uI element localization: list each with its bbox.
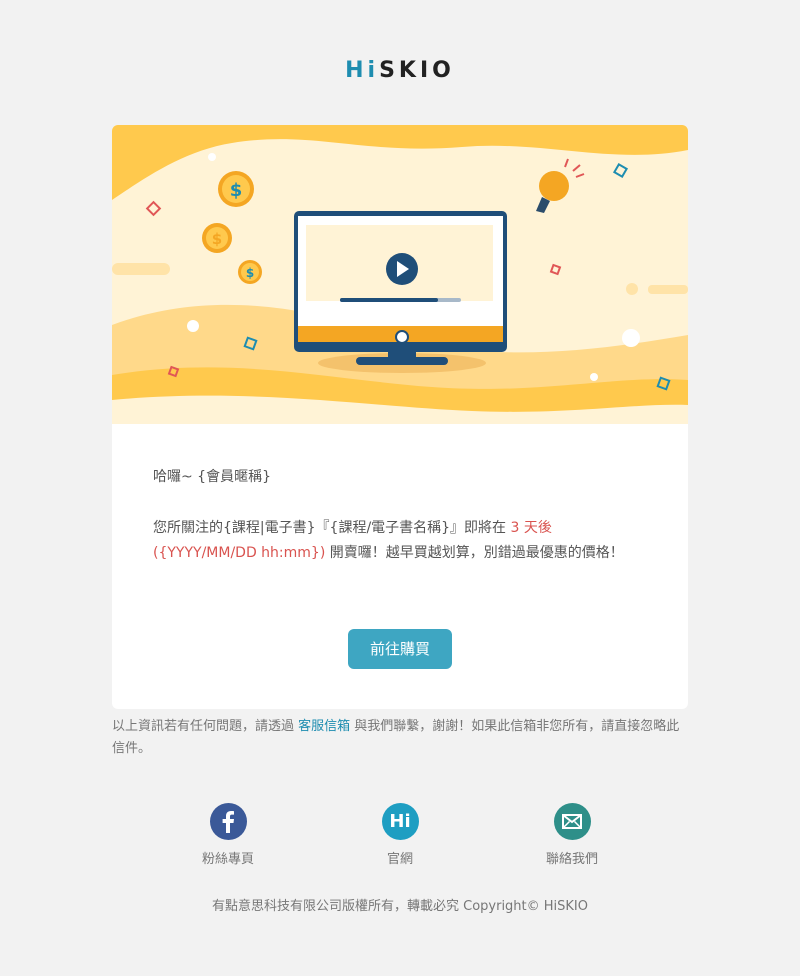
svg-text:$: $ bbox=[230, 180, 243, 201]
copyright-text: 有點意思科技有限公司版權所有，轉載必究 Copyright© HiSKIO bbox=[211, 899, 589, 914]
svg-text:$: $ bbox=[212, 230, 222, 248]
mail-icon[interactable] bbox=[553, 803, 591, 840]
note-part1: 以上資訊若有任何問題，請透過 bbox=[112, 719, 299, 734]
logo-hi: Hi bbox=[345, 58, 380, 83]
social-contact[interactable]: 聯絡我們 bbox=[512, 803, 632, 867]
social-website[interactable]: Hi 官網 bbox=[340, 803, 460, 867]
website-label: 官網 bbox=[386, 852, 413, 867]
hiskio-icon-text: Hi bbox=[389, 811, 411, 832]
contact-label: 聯絡我們 bbox=[545, 852, 598, 867]
greeting-text: 哈囉~ {會員暱稱} bbox=[153, 469, 271, 485]
buy-now-button[interactable]: 前往購買 bbox=[348, 629, 452, 669]
contact-note: 以上資訊若有任何問題，請透過 客服信箱 與我們聯繫，謝謝！如果此信箱非您所有，請… bbox=[112, 716, 692, 760]
svg-text:$: $ bbox=[246, 266, 254, 280]
announcement-part1: 您所關注的{課程|電子書}『{課程/電子書名稱}』即將在 bbox=[153, 520, 511, 536]
hero-illustration: $ $ $ bbox=[112, 125, 688, 424]
support-email-link[interactable]: 客服信箱 bbox=[298, 719, 350, 734]
logo-rest: SKIO bbox=[379, 58, 455, 83]
fanpage-label: 粉絲專頁 bbox=[201, 852, 254, 867]
hiskio-icon[interactable]: Hi bbox=[381, 803, 419, 840]
email-card: $ $ $ 哈囉~ {會員暱稱} 您所關注的{課程|電子書}『{課程/電子書名稱… bbox=[112, 125, 688, 709]
announcement-text: 您所關注的{課程|電子書}『{課程/電子書名稱}』即將在 3 天後 ({YYYY… bbox=[153, 516, 653, 566]
hiskio-logo: HiSKIO bbox=[0, 58, 800, 83]
facebook-icon[interactable] bbox=[209, 803, 247, 840]
social-fanpage[interactable]: 粉絲專頁 bbox=[168, 803, 288, 867]
announcement-part2: 開賣囉！越早買越划算，別錯過最優惠的價格！ bbox=[325, 545, 624, 561]
